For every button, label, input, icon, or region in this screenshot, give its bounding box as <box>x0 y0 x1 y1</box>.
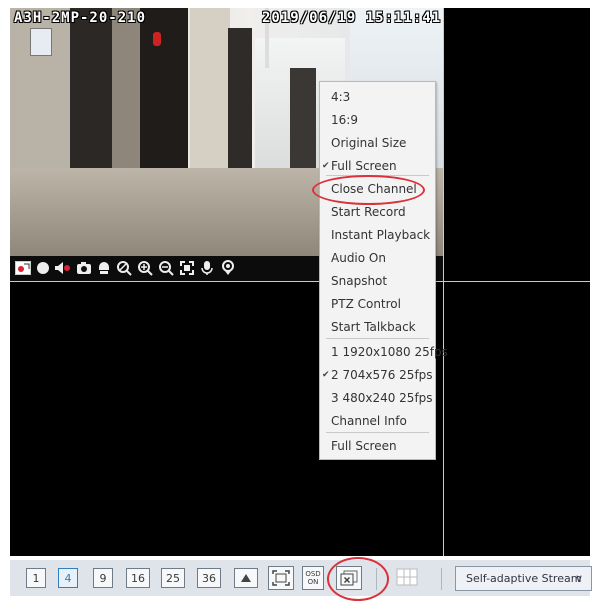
checkmark-icon: ✔ <box>322 370 330 380</box>
zoom-in-icon[interactable] <box>137 260 153 276</box>
triangle-up-icon <box>241 574 251 582</box>
osd-timestamp: 2019/06/19 15:11:41 <box>262 10 442 26</box>
menu-item-3-480x240-25fps[interactable]: 3 480x240 25fps <box>320 387 435 409</box>
context-menu: 4:3 16:9 Original Size ✔ Full Screen Close Ch… <box>319 81 448 460</box>
menu-item-2-704x576-25fps[interactable]: ✔ 2 704x576 25fps <box>320 364 435 386</box>
menu-item-ptz-control[interactable]: PTZ Control <box>320 293 435 315</box>
menu-item-label: Original Size <box>331 136 407 150</box>
menu-item-label: Instant Playback <box>331 228 431 242</box>
layout-16-button[interactable]: 16 <box>126 568 150 588</box>
menu-item-label: Full Screen <box>331 159 397 173</box>
stream-type-select[interactable]: Self-adaptive Stream ∨ <box>455 566 592 591</box>
layout-36-button[interactable]: 36 <box>197 568 221 588</box>
audio-icon[interactable] <box>97 261 111 275</box>
microphone-icon[interactable] <box>201 260 213 276</box>
menu-separator <box>326 338 429 339</box>
menu-item-label: Audio On <box>331 251 386 265</box>
menu-item-channel-info[interactable]: Channel Info <box>320 410 435 432</box>
menu-item-label: Channel Info <box>331 414 407 428</box>
stream-type-value: Self-adaptive Stream <box>466 572 582 585</box>
fullscreen-frame-icon <box>272 570 290 586</box>
dot-icon[interactable] <box>36 261 50 275</box>
menu-item-audio-on[interactable]: Audio On <box>320 247 435 269</box>
menu-item-instant-playback[interactable]: Instant Playback <box>320 224 435 246</box>
checkmark-icon: ✔ <box>322 161 330 171</box>
menu-item-1-1920x1080-25fps[interactable]: 1 1920x1080 25fps <box>320 341 448 363</box>
custom-layout-button[interactable] <box>394 566 420 590</box>
channel-cell-2[interactable] <box>444 8 590 281</box>
menu-item-4-3[interactable]: 4:3 <box>320 86 435 108</box>
mute-icon[interactable] <box>54 261 72 275</box>
layout-25-button[interactable]: 25 <box>161 568 185 588</box>
layout-1-button[interactable]: 1 <box>26 568 46 588</box>
menu-item-start-talkback[interactable]: Start Talkback <box>320 316 435 338</box>
menu-separator <box>326 432 429 433</box>
highlight-ring-close-button <box>327 557 389 601</box>
grid-layout-icon <box>396 568 418 586</box>
menu-item-label: PTZ Control <box>331 297 401 311</box>
menu-item-label: Snapshot <box>331 274 388 288</box>
osd-toggle-button[interactable]: OSD ON <box>302 566 324 590</box>
fullscreen-button[interactable] <box>268 566 294 590</box>
toolbar-separator <box>441 568 442 590</box>
layout-9-button[interactable]: 9 <box>93 568 113 588</box>
menu-item-full-screen[interactable]: ✔ Full Screen <box>320 155 435 177</box>
feed-detail <box>30 28 52 56</box>
channel-cell-4[interactable] <box>444 282 590 556</box>
menu-item-label: 16:9 <box>331 113 358 127</box>
menu-item-full-screen[interactable]: Full Screen <box>320 435 435 457</box>
osd-channel-name: A3H-2MP-20-210 <box>14 10 147 26</box>
osd-state: ON <box>307 578 319 586</box>
zoom-out-icon[interactable] <box>116 260 132 276</box>
video-grid: A3H-2MP-20-210 2019/06/19 15:11:41 <box>10 8 590 556</box>
layout-4-button[interactable]: 4 <box>58 568 78 588</box>
feed-detail <box>153 32 161 46</box>
menu-item-original-size[interactable]: Original Size <box>320 132 435 154</box>
chevron-down-icon: ∨ <box>574 572 583 585</box>
fullscreen-icon[interactable] <box>180 261 194 275</box>
menu-item-label: 1 1920x1080 25fps <box>331 345 448 359</box>
menu-item-label: 4:3 <box>331 90 351 104</box>
zoom-icon[interactable] <box>158 260 174 276</box>
osd-label: OSD <box>305 570 321 578</box>
menu-item-label: Full Screen <box>331 439 397 453</box>
snapshot-icon[interactable] <box>76 261 92 275</box>
menu-item-snapshot[interactable]: Snapshot <box>320 270 435 292</box>
menu-item-label: 3 480x240 25fps <box>331 391 433 405</box>
record-indicator-icon[interactable] <box>15 261 31 275</box>
highlight-ring-close-channel <box>312 175 425 205</box>
ptz-icon[interactable] <box>221 260 235 276</box>
bottom-toolbar: 1 4 9 16 25 36 OSD ON Self-adaptive Stre… <box>10 560 592 596</box>
menu-item-label: Start Talkback <box>331 320 416 334</box>
sequence-button[interactable] <box>234 568 258 588</box>
menu-item-label: 2 704x576 25fps <box>331 368 433 382</box>
menu-item-16-9[interactable]: 16:9 <box>320 109 435 131</box>
